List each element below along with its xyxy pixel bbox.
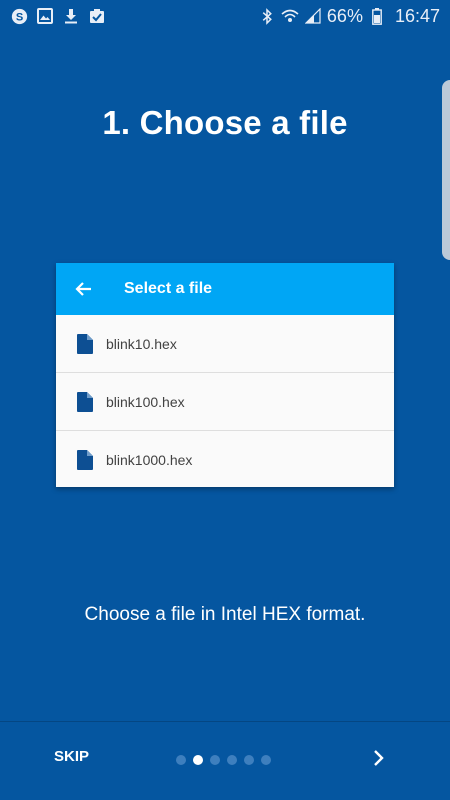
page-dot	[210, 755, 220, 765]
system-icons: 66% 16:47	[258, 6, 440, 27]
chevron-right-icon	[373, 749, 385, 772]
file-picker-card: Select a file blink10.hex blink100.hex b…	[56, 263, 394, 487]
status-bar: S 66% 16:47	[0, 0, 450, 32]
battery-percent: 66%	[326, 5, 363, 26]
page-dot	[227, 755, 237, 765]
file-icon	[77, 449, 93, 470]
bluetooth-icon	[258, 7, 276, 25]
arrow-back-icon[interactable]	[58, 263, 110, 315]
signal-icon	[304, 7, 322, 25]
file-list-item[interactable]: blink100.hex	[56, 373, 394, 431]
page-dot	[244, 755, 254, 765]
file-picker-header: Select a file	[56, 263, 394, 315]
svg-text:S: S	[15, 11, 22, 23]
file-icon	[77, 333, 93, 354]
next-button[interactable]	[366, 746, 392, 774]
page-title: 1. Choose a file	[102, 104, 348, 141]
page-dot	[176, 755, 186, 765]
clipboard-check-icon	[88, 7, 106, 25]
file-name: blink10.hex	[106, 335, 177, 352]
bottom-divider	[0, 721, 450, 722]
page-dot	[261, 755, 271, 765]
page-description: Choose a file in Intel HEX format.	[84, 604, 366, 625]
battery-icon	[368, 7, 386, 25]
skip-button[interactable]: SKIP	[54, 748, 89, 765]
clock: 16:47	[394, 5, 440, 26]
file-icon	[77, 391, 93, 412]
skype-icon: S	[10, 7, 28, 25]
notification-icons: S	[10, 7, 106, 25]
wifi-icon	[281, 7, 299, 25]
file-name: blink1000.hex	[106, 451, 193, 468]
file-list-item[interactable]: blink1000.hex	[56, 431, 394, 488]
page-indicator	[176, 755, 271, 765]
image-icon	[36, 7, 54, 25]
file-list-item[interactable]: blink10.hex	[56, 315, 394, 373]
download-icon	[62, 7, 80, 25]
page-dot	[193, 755, 203, 765]
file-picker-title: Select a file	[124, 280, 213, 297]
file-name: blink100.hex	[106, 393, 185, 410]
